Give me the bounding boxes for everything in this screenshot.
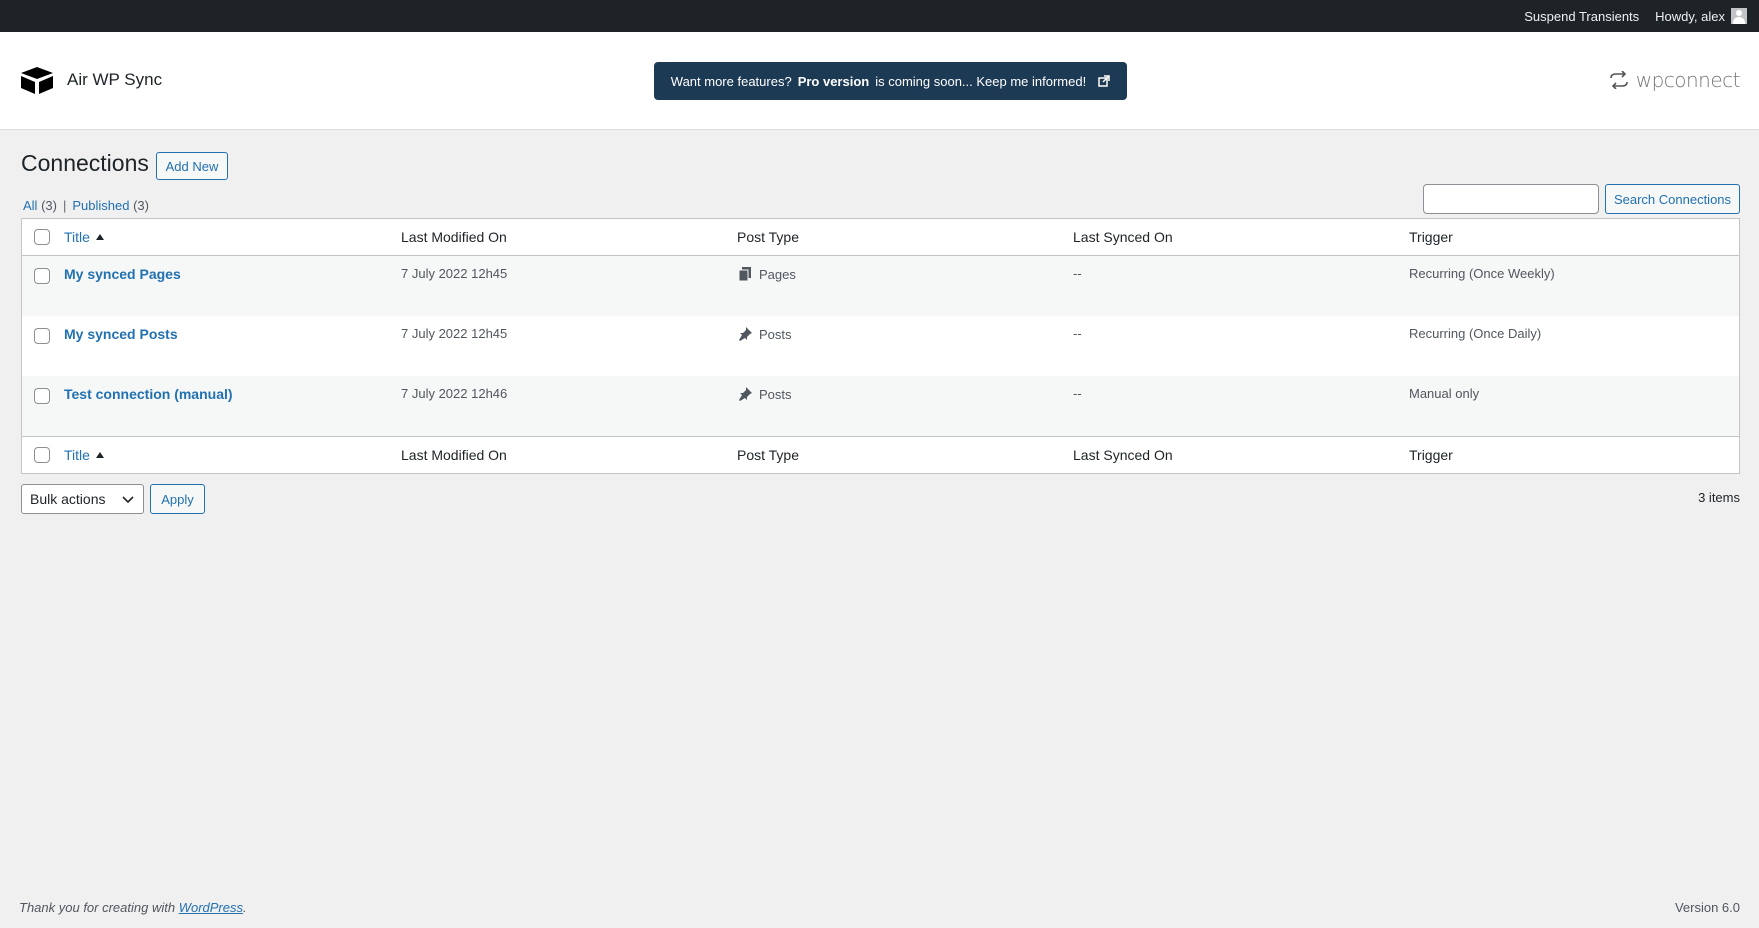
select-all-cell	[22, 229, 62, 245]
external-link-icon	[1098, 75, 1110, 87]
column-title-footer[interactable]: Title	[62, 447, 401, 463]
account-menu[interactable]: Howdy, alex	[1655, 8, 1747, 24]
sync-arrows-icon	[1609, 71, 1628, 89]
filter-all-link[interactable]: All (3)	[23, 198, 57, 213]
row-title-link[interactable]: Test connection (manual)	[64, 386, 233, 402]
row-title-link[interactable]: My synced Pages	[64, 266, 181, 282]
row-synced: --	[1073, 266, 1082, 281]
plugin-title: Air WP Sync	[67, 70, 163, 89]
avatar	[1731, 8, 1747, 24]
row-trigger: Recurring (Once Daily)	[1409, 326, 1542, 341]
column-title-label: Title	[64, 229, 90, 245]
row-title-cell: My synced Pages	[62, 266, 401, 282]
row-modified: 7 July 2022 12h45	[401, 326, 508, 341]
sort-by-title-link-footer[interactable]: Title	[64, 447, 104, 463]
search-connections-button[interactable]: Search Connections	[1605, 184, 1740, 214]
suspend-transients-link[interactable]: Suspend Transients	[1524, 9, 1639, 24]
table-row: My synced Posts 7 July 2022 12h45 Posts …	[22, 316, 1739, 376]
column-trigger: Trigger	[1409, 229, 1453, 245]
row-synced: --	[1073, 386, 1082, 401]
airtable-logo-icon	[21, 67, 53, 94]
row-post-type-label: Pages	[759, 266, 796, 282]
row-checkbox-cell	[22, 386, 62, 404]
items-count: 3 items	[1698, 490, 1740, 505]
column-title-label-footer: Title	[64, 447, 90, 463]
row-checkbox-cell	[22, 326, 62, 344]
promo-prefix: Want more features?	[670, 73, 792, 89]
row-post-type-label: Posts	[759, 326, 792, 342]
table-row: Test connection (manual) 7 July 2022 12h…	[22, 376, 1739, 436]
filter-published-link[interactable]: Published (3)	[72, 198, 149, 213]
bulk-actions-value: Bulk actions	[30, 491, 106, 507]
row-modified: 7 July 2022 12h46	[401, 386, 508, 401]
bulk-actions-select[interactable]: Bulk actions	[21, 484, 144, 514]
row-trigger: Manual only	[1409, 386, 1480, 401]
footer-thanks-text: Thank you for creating with	[19, 900, 176, 915]
footer-period: .	[243, 900, 247, 915]
column-last-synced: Last Synced On	[1073, 229, 1173, 245]
row-checkbox[interactable]	[34, 268, 50, 284]
wpconnect-logo[interactable]: wpconnect	[1608, 68, 1741, 92]
row-modified: 7 July 2022 12h45	[401, 266, 508, 281]
search-input[interactable]	[1423, 184, 1599, 214]
page-title: Connections	[21, 150, 149, 176]
column-last-synced-footer: Last Synced On	[1073, 447, 1173, 463]
row-trigger: Recurring (Once Weekly)	[1409, 266, 1555, 281]
table-footer: Title Last Modified On Post Type Last Sy…	[22, 436, 1739, 473]
sort-by-title-link[interactable]: Title	[64, 229, 104, 245]
column-post-type: Post Type	[737, 229, 800, 245]
table-header: Title Last Modified On Post Type Last Sy…	[22, 219, 1739, 256]
pages-icon	[738, 267, 751, 282]
wpconnect-wordmark: wpconnect	[1635, 68, 1741, 92]
pro-version-banner[interactable]: Want more features? Pro version is comin…	[654, 62, 1127, 100]
sort-asc-icon	[95, 234, 104, 240]
status-filter-links: All (3) | Published (3)	[23, 198, 149, 213]
connections-table: Title Last Modified On Post Type Last Sy…	[21, 218, 1740, 474]
filter-separator: |	[62, 198, 67, 213]
row-title-link[interactable]: My synced Posts	[64, 326, 178, 342]
wordpress-link[interactable]: WordPress	[179, 900, 243, 915]
column-title[interactable]: Title	[62, 229, 401, 245]
plugin-brand: Air WP Sync	[19, 65, 162, 95]
row-synced: --	[1073, 326, 1082, 341]
filter-published-count: (3)	[133, 198, 149, 213]
apply-button[interactable]: Apply	[150, 484, 205, 514]
filter-all-label: All	[23, 198, 38, 213]
row-post-type-label: Posts	[759, 386, 792, 402]
footer-thanks: Thank you for creating with WordPress.	[19, 900, 247, 915]
pin-icon	[739, 387, 752, 401]
column-post-type-footer: Post Type	[737, 447, 800, 463]
pin-icon	[739, 327, 752, 341]
column-trigger-footer: Trigger	[1409, 447, 1453, 463]
row-post-type: Posts	[737, 326, 1073, 342]
row-checkbox[interactable]	[34, 328, 50, 344]
promo-suffix: is coming soon... Keep me informed!	[875, 73, 1087, 89]
footer-version: Version 6.0	[1674, 900, 1740, 915]
column-last-modified-footer: Last Modified On	[401, 447, 507, 463]
table-row: My synced Pages 7 July 2022 12h45 Pages …	[22, 256, 1739, 316]
row-checkbox-cell	[22, 266, 62, 284]
row-title-cell: My synced Posts	[62, 326, 401, 342]
filter-published-label: Published	[72, 198, 130, 213]
row-post-type: Pages	[737, 266, 1073, 282]
plugin-header: Air WP Sync Want more features? Pro vers…	[0, 32, 1759, 130]
howdy-label: Howdy, alex	[1655, 8, 1725, 24]
row-checkbox[interactable]	[34, 388, 50, 404]
select-all-checkbox[interactable]	[34, 229, 50, 245]
row-post-type: Posts	[737, 386, 1073, 402]
filter-all-count: (3)	[41, 198, 57, 213]
sort-asc-icon	[95, 452, 104, 458]
select-all-cell-footer	[22, 447, 62, 463]
add-new-button[interactable]: Add New	[156, 152, 228, 180]
admin-bar: Suspend Transients Howdy, alex	[0, 0, 1759, 32]
select-all-checkbox-footer[interactable]	[34, 447, 50, 463]
promo-bold: Pro version	[797, 73, 870, 89]
row-title-cell: Test connection (manual)	[62, 386, 401, 402]
column-last-modified: Last Modified On	[401, 229, 507, 245]
chevron-down-icon	[122, 496, 134, 504]
